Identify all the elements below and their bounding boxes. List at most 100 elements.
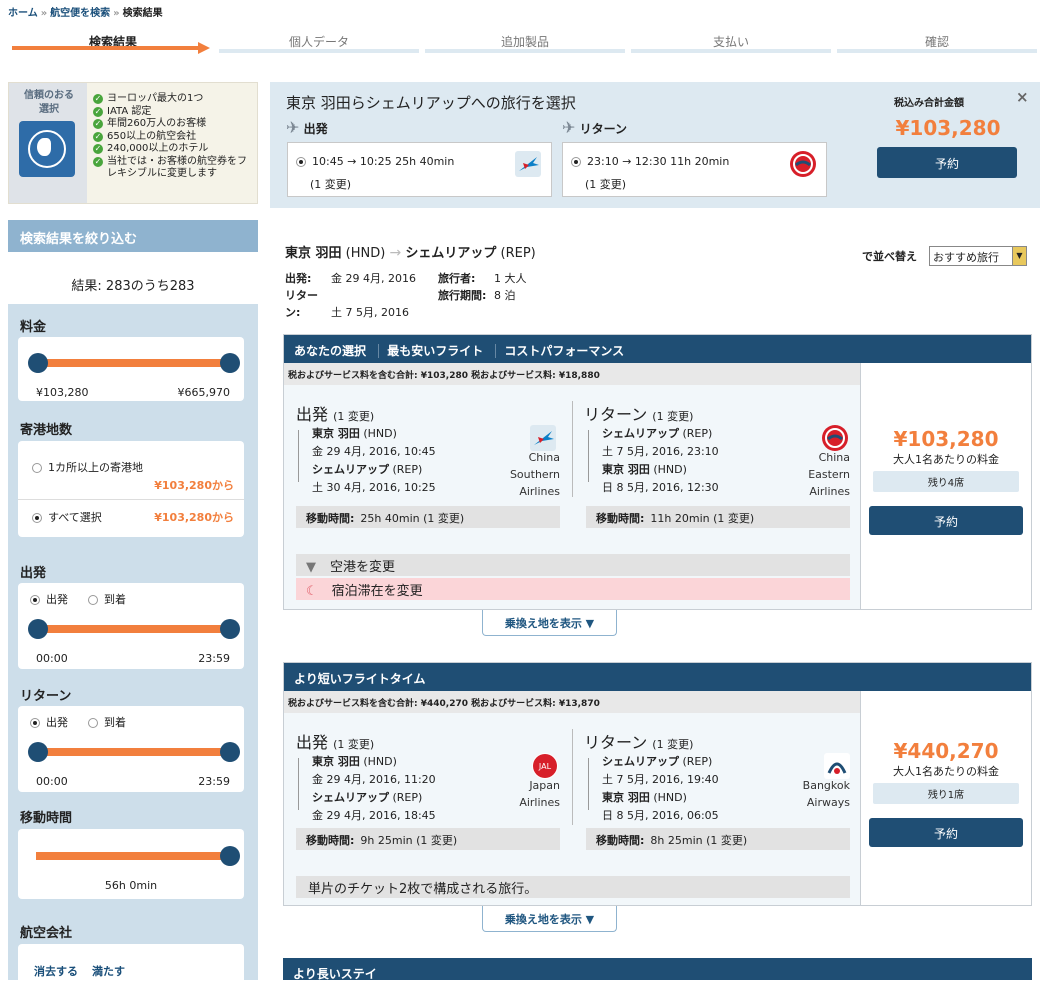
stops-filter-label: 寄港地数 [20,423,73,438]
return-label-text: リターン [579,122,627,136]
route-title: 東京 羽田 (HND) → シェムリアップ (REP) [285,242,536,261]
depart-radio-arrive[interactable]: 到着 [88,591,126,607]
depart-filter-label: 出発 [20,566,47,581]
out-leg-details: 東京 羽田 (HND) 金 29 4月, 2016, 11:20 シェムリアップ… [312,753,436,825]
trust-panel: 信頼のおる選択 ヨーロッパ最大の1つ IATA 認定 年間260万人のお客様 6… [8,82,258,204]
change-stay-note: ☾ 宿泊滞在を変更 [296,578,850,600]
tab-cheapest[interactable]: 最も安いフライト [378,344,492,358]
route-connector [298,758,306,810]
tab-shorter-flight[interactable]: より短いフライトタイム [294,672,434,686]
out-from-code: (HND) [363,427,397,440]
trust-item: 当社では・お客様の航空券をフレキシブルに変更します [93,156,253,181]
airlines-clear-link[interactable]: 消去する [34,963,78,979]
return-slider-max-handle[interactable] [220,742,240,762]
show-stops-button[interactable]: 乗換え地を表示 ▼ [482,610,617,636]
duration-slider-track[interactable] [36,852,230,860]
route-from-code: (HND) [345,246,386,261]
bangkok-airways-logo-icon [824,753,850,779]
breadcrumb-home[interactable]: ホーム [8,8,38,19]
depart-slider-min-handle[interactable] [28,619,48,639]
trip-details-2: 旅行者: 1 大人 旅行期間: 8 泊 [438,270,527,304]
out-to: シェムリアップ [312,463,389,476]
price-slider-max-handle[interactable] [220,353,240,373]
price-slider-min-handle[interactable] [28,353,48,373]
breadcrumb-search[interactable]: 航空便を検索 [50,8,110,19]
stops-option-all[interactable]: すべて選択 [32,509,102,525]
summary-depart-leg[interactable]: 10:45 → 10:25 25h 40min (1 変更) [287,142,552,197]
summary-return-leg[interactable]: 23:10 → 12:30 11h 20min (1 変更) [562,142,827,197]
breadcrumb: ホーム» 航空便を検索» 検索結果 [8,8,163,19]
period-value: 8 泊 [494,289,516,302]
airlines-filter-label: 航空会社 [20,926,73,941]
tab-value[interactable]: コストパフォーマンス [495,344,633,358]
route-from: 東京 羽田 [285,246,342,261]
duration-value: 25h 40min (1 変更) [360,512,465,525]
sort-select[interactable]: おすすめ旅行 ▼ [929,246,1027,266]
china-southern-logo-icon [515,151,541,177]
trust-item: IATA 認定 [93,106,253,119]
card-tabs: より短いフライトタイム [284,663,1031,691]
summary-book-button[interactable]: 予約 [877,147,1017,178]
out-stops: (1 変更) [333,738,375,751]
return-slider-track[interactable] [38,748,230,756]
trust-badge: 信頼のおる選択 [24,90,74,115]
route-connector [588,758,596,810]
price-slider-track[interactable] [38,359,230,367]
tax-summary: 税およびサービス料を含む合計: ¥440,270 税およびサービス料: ¥13,… [284,691,861,713]
radio-checked-icon[interactable] [32,513,42,523]
price: ¥103,280 [893,427,999,451]
radio-icon[interactable] [32,463,42,473]
duration-slider-handle[interactable] [220,846,240,866]
radio-label: 出発 [46,593,68,606]
step-personal: 個人データ [219,33,419,53]
stops-option-1-label: 1カ所以上の寄港地 [48,461,143,474]
note-text: 宿泊滞在を変更 [331,584,423,599]
out-from-time: 金 29 4月, 2016, 11:20 [312,773,436,786]
radio-checked-icon[interactable] [571,157,581,167]
price-per-adult: 大人1名あたりの料金 [893,453,999,466]
ret-to: 東京 羽田 [602,791,650,804]
tab-your-choice[interactable]: あなたの選択 [294,344,374,358]
depart-value: 金 29 4月, 2016 [331,272,416,285]
chevron-down-icon[interactable]: ▼ [1012,247,1026,265]
show-stops-button[interactable]: 乗換え地を表示 ▼ [482,906,617,932]
airlines-fill-link[interactable]: 満たす [92,963,125,979]
tab-longer-stay[interactable]: より長いステイ [293,967,377,981]
breadcrumb-current: 検索結果 [122,8,163,19]
ret-from-code: (REP) [682,755,713,768]
book-button[interactable]: 予約 [869,506,1023,535]
stops-filter-box: 1カ所以上の寄港地 ¥103,280から すべて選択 ¥103,280から [18,441,244,537]
out-title: 出発 (1 変更) [296,401,374,425]
depart-radio-depart[interactable]: 出発 [30,591,68,607]
return-radio-arrive[interactable]: 到着 [88,714,126,730]
duration-key: 移動時間: [306,834,355,847]
return-slider-min-handle[interactable] [28,742,48,762]
depart-slider-track[interactable] [38,625,230,633]
out-to-code: (REP) [392,791,423,804]
ret-from: シェムリアップ [602,427,679,440]
radio-checked-icon[interactable] [296,157,306,167]
radio-label: 到着 [104,593,126,606]
radio-icon[interactable] [88,595,98,605]
price-filter-label: 料金 [20,320,47,335]
ret-to-time: 日 8 5月, 2016, 06:05 [602,809,719,822]
radio-checked-icon[interactable] [30,718,40,728]
stops-option-1[interactable]: 1カ所以上の寄港地 [32,459,143,475]
return-filter-label: リターン [20,689,72,704]
return-filter-box: 出発 到着 00:00 23:59 [18,706,244,792]
duration-key: 移動時間: [596,512,645,525]
duration-value: 8h 25min (1 変更) [650,834,748,847]
stops-option-1-price: ¥103,280から [154,479,234,492]
china-eastern-logo-icon [790,151,816,177]
ret-from-time: 土 7 5月, 2016, 19:40 [602,773,719,786]
seats-left: 残り4席 [873,471,1019,492]
duration-value: 9h 25min (1 変更) [360,834,458,847]
radio-icon[interactable] [88,718,98,728]
radio-label: 出発 [46,716,68,729]
depart-slider-max-handle[interactable] [220,619,240,639]
return-radio-depart[interactable]: 出発 [30,714,68,730]
close-icon[interactable]: × [1016,88,1029,106]
book-button[interactable]: 予約 [869,818,1023,847]
radio-checked-icon[interactable] [30,595,40,605]
ret-airline: China Eastern Airlines [778,449,850,500]
